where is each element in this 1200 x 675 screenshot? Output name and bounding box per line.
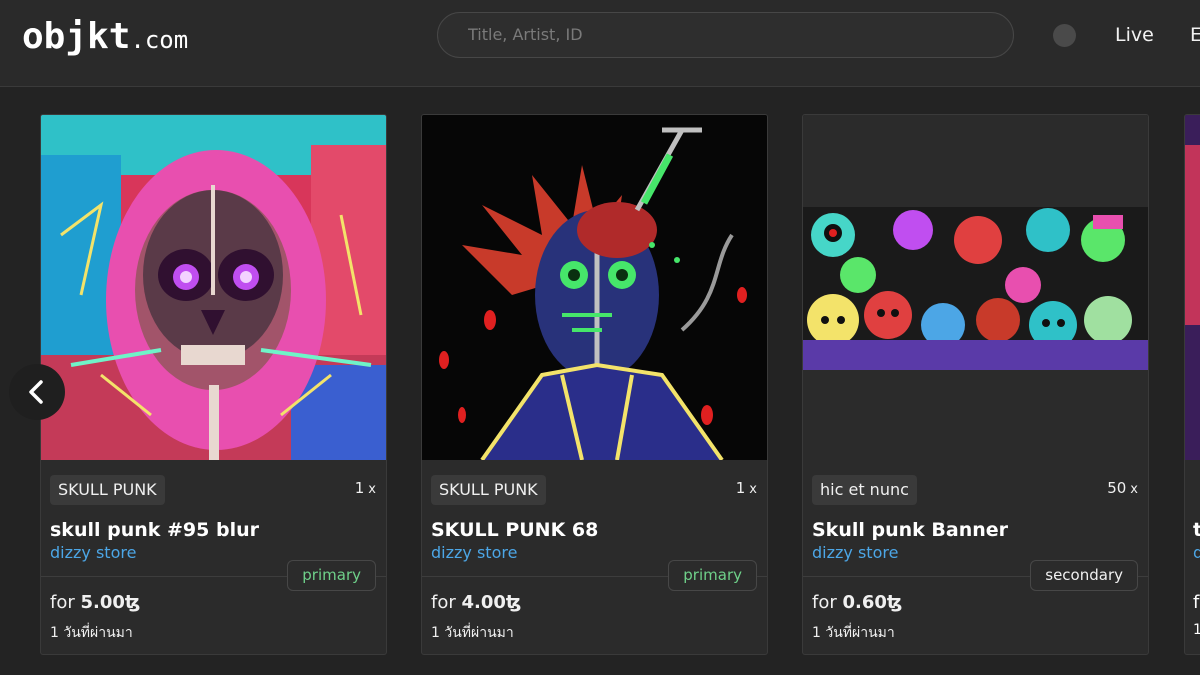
- price-label: for 0.60ꜩ: [812, 592, 902, 613]
- listed-time: 1 วันที่ผ่านมา: [812, 625, 895, 641]
- edition-suffix: x: [1130, 482, 1138, 497]
- price-prefix: for: [431, 592, 456, 613]
- chevron-left-icon: [29, 380, 43, 404]
- price-value: 4.00ꜩ: [461, 592, 522, 613]
- edition-suffix: x: [749, 482, 757, 497]
- artist-link[interactable]: dizzy store: [812, 543, 898, 562]
- token-card-partial[interactable]: t d f 1: [1184, 114, 1200, 655]
- edition-count: 50 x: [1107, 479, 1138, 497]
- listed-time: 1: [1193, 622, 1200, 638]
- edition-value: 1: [354, 479, 365, 497]
- edition-count: 1x: [736, 479, 757, 497]
- sale-type-badge: secondary: [1030, 560, 1138, 591]
- price-label: for 5.00ꜩ: [50, 592, 140, 613]
- price-prefix: for: [812, 592, 837, 613]
- price-value: 5.00ꜩ: [80, 592, 141, 613]
- token-title[interactable]: t: [1193, 519, 1200, 541]
- token-artwork[interactable]: [41, 115, 386, 460]
- logo-tld: .com: [130, 26, 189, 54]
- listed-time: 1 วันที่ผ่านมา: [431, 625, 514, 641]
- price-label: for 4.00ꜩ: [431, 592, 521, 613]
- carousel-prev-button[interactable]: [9, 364, 65, 420]
- token-artwork[interactable]: [803, 115, 1148, 460]
- artist-link[interactable]: dizzy store: [431, 543, 517, 562]
- nav-live-link[interactable]: Live: [1115, 24, 1154, 46]
- token-title[interactable]: skull punk #95 blur: [50, 519, 259, 541]
- token-artwork[interactable]: [422, 115, 767, 460]
- price-label: f: [1193, 592, 1200, 613]
- top-navbar: objkt.com Live E: [0, 0, 1200, 87]
- token-artwork[interactable]: [1185, 115, 1200, 460]
- search-input[interactable]: [468, 25, 968, 44]
- artist-link[interactable]: d: [1193, 543, 1200, 562]
- price-value: 0.60ꜩ: [842, 592, 903, 613]
- token-card[interactable]: SKULL PUNK 1x SKULL PUNK 68 dizzy store …: [421, 114, 768, 655]
- collection-tag[interactable]: SKULL PUNK: [50, 475, 165, 505]
- collection-tag[interactable]: hic et nunc: [812, 475, 917, 505]
- sale-type-badge: primary: [668, 560, 757, 591]
- collection-tag[interactable]: SKULL PUNK: [431, 475, 546, 505]
- artist-link[interactable]: dizzy store: [50, 543, 136, 562]
- edition-suffix: x: [368, 482, 376, 497]
- site-logo[interactable]: objkt.com: [22, 16, 188, 57]
- token-title[interactable]: SKULL PUNK 68: [431, 519, 598, 541]
- sale-type-badge: primary: [287, 560, 376, 591]
- listed-time: 1 วันที่ผ่านมา: [50, 625, 133, 641]
- token-card[interactable]: SKULL PUNK 1x skull punk #95 blur dizzy …: [40, 114, 387, 655]
- edition-value: 50: [1107, 479, 1127, 497]
- price-prefix: for: [50, 592, 75, 613]
- token-card[interactable]: hic et nunc 50 x Skull punk Banner dizzy …: [802, 114, 1149, 655]
- token-title[interactable]: Skull punk Banner: [812, 519, 1008, 541]
- edition-value: 1: [735, 479, 746, 497]
- logo-text: objkt: [22, 16, 131, 57]
- search-bar[interactable]: [437, 12, 1014, 58]
- edition-count: 1x: [355, 479, 376, 497]
- nav-explore-link[interactable]: E: [1190, 24, 1200, 46]
- theme-toggle-icon[interactable]: [1053, 24, 1076, 47]
